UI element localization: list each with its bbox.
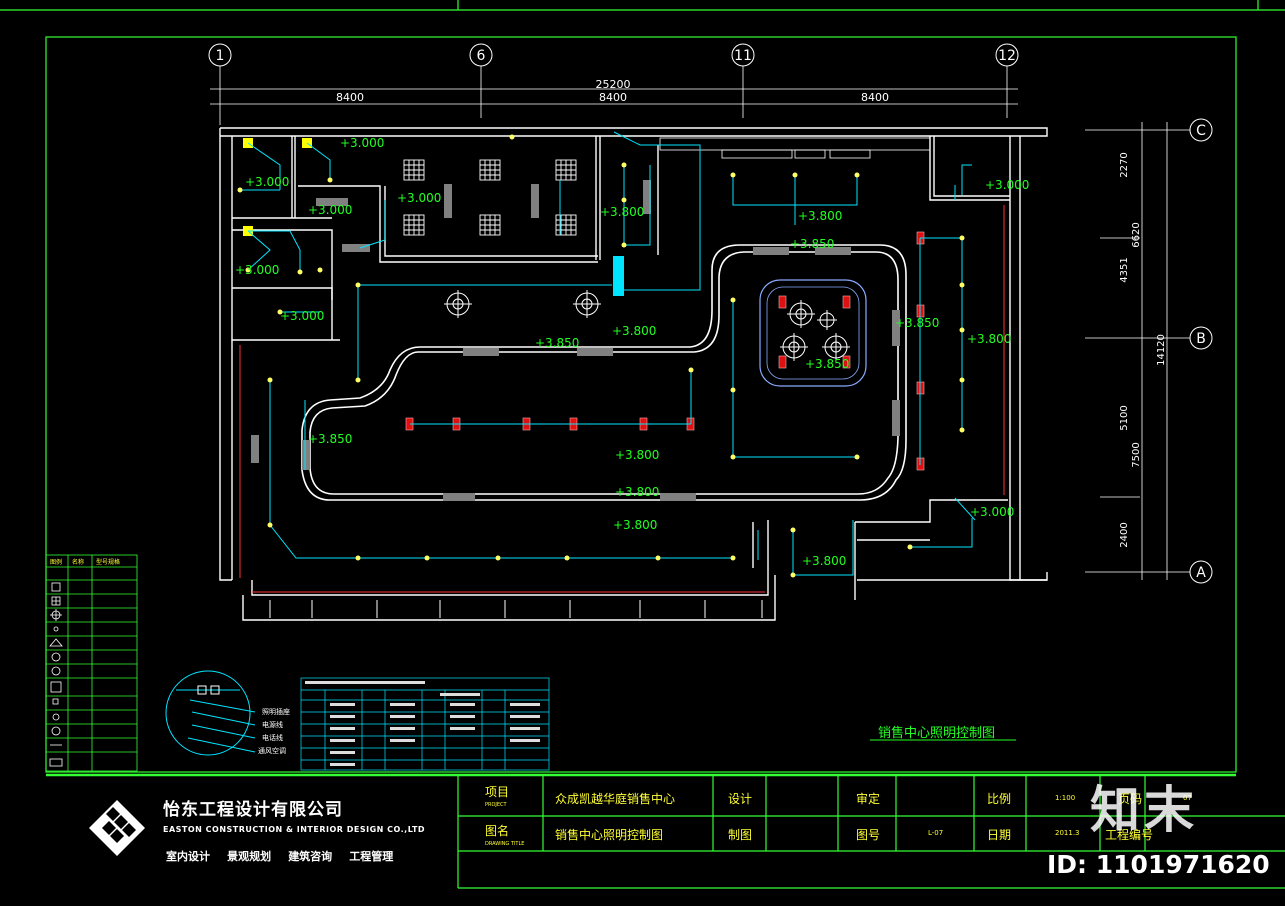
elevation-label: +3.000 bbox=[245, 175, 289, 189]
date-label: 日期 bbox=[987, 828, 1012, 842]
dim-top-right: 8400 bbox=[861, 91, 889, 104]
legend-header-spec: 型号规格 bbox=[96, 558, 120, 566]
elevation-label: +3.000 bbox=[970, 505, 1014, 519]
legend-header-name: 名称 bbox=[72, 558, 84, 566]
dim-top-mid: 8400 bbox=[599, 91, 627, 104]
design-label: 设计 bbox=[728, 792, 753, 806]
axis-bubbles bbox=[208, 43, 1213, 584]
detail-label: 照明插座 bbox=[262, 707, 290, 716]
dim-right-upper: 6620 bbox=[1131, 222, 1142, 247]
elevation-label: +3.000 bbox=[280, 309, 324, 323]
image-id: ID: 1101971620 bbox=[1047, 850, 1270, 879]
dim-right-seg1: 2270 bbox=[1119, 152, 1130, 177]
elevation-label: +3.000 bbox=[235, 263, 279, 277]
drawing-title: 销售中心照明控制图 bbox=[878, 725, 995, 741]
axis-label-11: 11 bbox=[734, 48, 752, 64]
elevation-label: +3.850 bbox=[895, 316, 939, 330]
symbol-table bbox=[300, 677, 550, 771]
company-logo bbox=[89, 800, 145, 856]
elevation-label: +3.000 bbox=[308, 203, 352, 217]
drawing-label-en: DRAWING TITLE bbox=[485, 841, 525, 847]
company-name-cn: 怡东工程设计有限公司 bbox=[163, 800, 343, 820]
draw-label: 制图 bbox=[728, 828, 753, 842]
scale-label: 比例 bbox=[987, 792, 1012, 806]
watermark-logo: 知末 bbox=[1090, 781, 1198, 839]
service-item: 景观规划 bbox=[227, 850, 272, 863]
dim-top-total: 25200 bbox=[596, 78, 631, 91]
legend-header-symbol: 图例 bbox=[50, 558, 62, 566]
elevation-label: +3.800 bbox=[615, 485, 659, 499]
elevation-label: +3.850 bbox=[308, 432, 352, 446]
elevation-label: +3.800 bbox=[613, 518, 657, 532]
elevation-label: +3.850 bbox=[805, 357, 849, 371]
drawing-value: 销售中心照明控制图 bbox=[555, 828, 664, 842]
elevation-label: +3.800 bbox=[967, 332, 1011, 346]
service-item: 建筑咨询 bbox=[288, 850, 333, 863]
dim-top-left: 8400 bbox=[336, 91, 364, 104]
dim-right-seg3: 5100 bbox=[1119, 405, 1130, 430]
detail-label: 通风空调 bbox=[258, 746, 286, 755]
elevation-label: +3.850 bbox=[535, 336, 579, 350]
date-value: 2011.3 bbox=[1055, 829, 1080, 837]
elevation-label: +3.800 bbox=[600, 205, 644, 219]
elevation-label: +3.800 bbox=[612, 324, 656, 338]
number-value: L-07 bbox=[928, 829, 944, 837]
dim-right-seg2: 4351 bbox=[1119, 257, 1130, 282]
elevation-label: +3.800 bbox=[802, 554, 846, 568]
detail-label: 电源线 bbox=[262, 720, 283, 729]
sheet-frame bbox=[0, 0, 1285, 889]
elevation-label: +3.800 bbox=[615, 448, 659, 462]
project-label-en: PROJECT bbox=[485, 802, 507, 808]
dim-right-lower: 7500 bbox=[1131, 442, 1142, 467]
drawing-label: 图名 bbox=[485, 824, 510, 838]
project-label: 项目 bbox=[485, 785, 510, 799]
scale-value: 1:100 bbox=[1055, 794, 1076, 802]
axis-label-12: 12 bbox=[998, 48, 1016, 64]
elevation-label: +3.800 bbox=[798, 209, 842, 223]
axis-label-c: C bbox=[1196, 123, 1206, 139]
review-label: 审定 bbox=[856, 792, 881, 806]
service-item: 工程管理 bbox=[349, 850, 394, 863]
axis-label-1: 1 bbox=[216, 48, 225, 64]
company-services: 室内设计 景观规划 建筑咨询 工程管理 bbox=[166, 845, 405, 864]
service-item: 室内设计 bbox=[166, 850, 210, 863]
dim-right-outer: 14120 bbox=[1156, 334, 1167, 366]
elevation-label: +3.000 bbox=[397, 191, 441, 205]
elevation-label: +3.850 bbox=[790, 237, 834, 251]
axis-label-b: B bbox=[1196, 331, 1206, 347]
company-name-en: EASTON CONSTRUCTION & INTERIOR DESIGN CO… bbox=[163, 825, 426, 834]
detail-label: 电话线 bbox=[262, 733, 283, 742]
project-value: 众成凯越华庭销售中心 bbox=[555, 792, 676, 806]
elevation-label: +3.000 bbox=[985, 178, 1029, 192]
ceiling-outline bbox=[301, 244, 907, 501]
axis-label-6: 6 bbox=[477, 48, 486, 64]
detail-diagram bbox=[165, 670, 256, 756]
elevation-label: +3.000 bbox=[340, 136, 384, 150]
dim-right-seg4: 2400 bbox=[1119, 522, 1130, 547]
axis-label-a: A bbox=[1196, 565, 1206, 581]
number-label: 图号 bbox=[856, 828, 881, 842]
